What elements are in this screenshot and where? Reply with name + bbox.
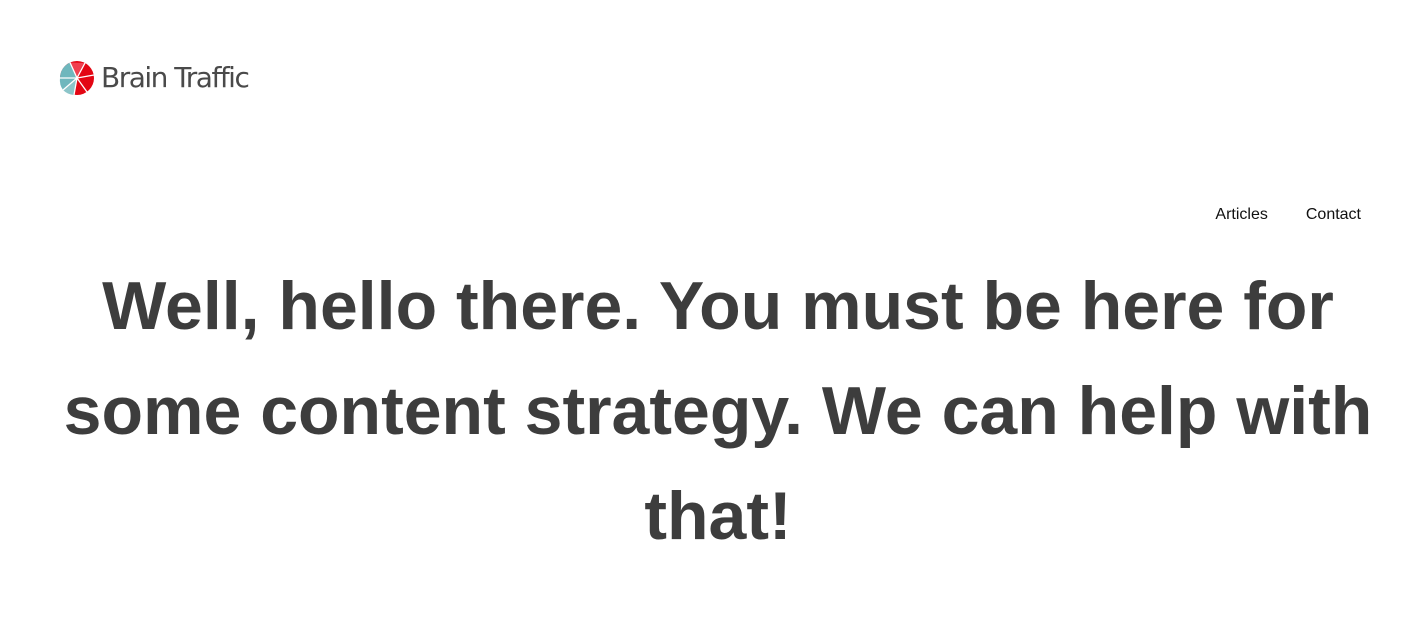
nav-item-contact[interactable]: Contact — [1306, 205, 1361, 225]
brand-logo-link[interactable]: Brain Traffic — [59, 59, 250, 97]
main-nav: Articles Contact — [1215, 205, 1361, 225]
brain-traffic-globe-icon — [59, 61, 95, 96]
nav-item-articles[interactable]: Articles — [1215, 205, 1267, 225]
brand-name: Brain Traffic — [101, 61, 250, 94]
hero-headline: Well, hello there. You must be here for … — [63, 268, 1373, 554]
